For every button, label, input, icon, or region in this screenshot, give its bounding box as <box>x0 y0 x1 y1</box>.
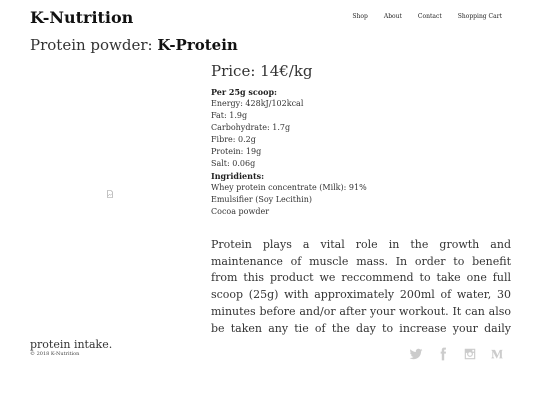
product-description-block: Protein plays a vital role in the growth… <box>30 237 511 354</box>
nutrition-carbohydrate: Carbohydrate: 1.7g <box>211 123 291 132</box>
page-title-prefix: Protein powder: <box>30 36 158 54</box>
broken-image-icon <box>107 190 113 198</box>
nav-shopping-cart-link[interactable]: Shopping Cart <box>458 13 502 20</box>
ingredient-item: Cocoa powder <box>211 207 270 216</box>
instagram-icon[interactable] <box>463 347 477 361</box>
ingredients-heading: Ingridients: <box>211 171 265 181</box>
product-image <box>107 183 113 198</box>
per-scoop-heading: Per 25g scoop: <box>211 87 277 97</box>
nutrition-energy: Energy: 428kJ/102kcal <box>211 99 304 108</box>
nav-shop-link[interactable]: Shop <box>352 13 367 20</box>
nutrition-fibre: Fibre: 0.2g <box>211 135 256 144</box>
brand-logo[interactable]: K-Nutrition <box>30 8 133 27</box>
site-header: K-Nutrition Shop About Contact Shopping … <box>30 0 510 34</box>
nutrition-salt: Salt: 0.06g <box>211 159 256 168</box>
copyright-text: © 2018 K-Nutrition <box>30 351 80 357</box>
nutrition-fat: Fat: 1.9g <box>211 111 248 120</box>
twitter-icon[interactable] <box>409 347 423 361</box>
nav-contact-link[interactable]: Contact <box>418 13 442 20</box>
nutrition-protein: Protein: 19g <box>211 147 262 156</box>
nav-about-link[interactable]: About <box>384 13 402 20</box>
main-nav: Shop About Contact Shopping Cart <box>336 13 502 20</box>
nutrition-facts: Per 25g scoop: Energy: 428kJ/102kcal Fat… <box>211 86 367 218</box>
ingredient-item: Whey protein concentrate (Milk): 91% <box>211 183 367 192</box>
description-spacer <box>30 237 211 321</box>
facebook-icon[interactable] <box>436 347 450 361</box>
page-title: Protein powder: K-Protein <box>30 36 238 54</box>
social-links <box>396 347 504 361</box>
product-price: Price: 14€/kg <box>211 62 313 80</box>
ingredient-item: Emulsifier (Soy Lecithin) <box>211 195 313 204</box>
product-name: K-Protein <box>157 36 238 54</box>
medium-icon[interactable] <box>490 347 504 361</box>
